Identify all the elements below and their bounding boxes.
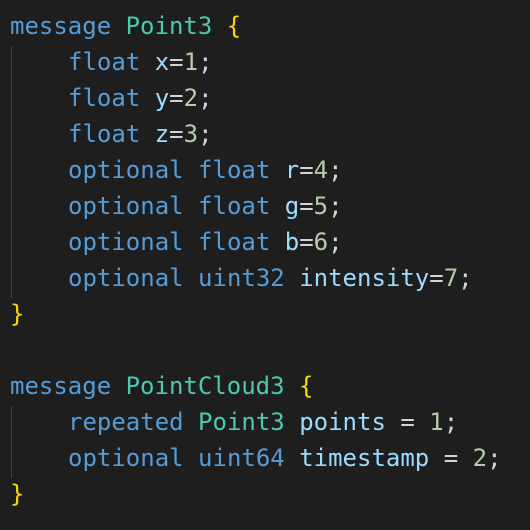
field-name: intensity	[299, 264, 430, 292]
field-type: float	[198, 228, 271, 256]
field-line[interactable]: optional float g=5;	[10, 188, 343, 224]
field-type: float	[68, 120, 141, 148]
field-line[interactable]: float x=1;	[10, 44, 213, 80]
open-brace: {	[226, 12, 242, 40]
field-line[interactable]: optional float r=4;	[10, 152, 343, 188]
semicolon: ;	[198, 84, 213, 112]
field-number: 4	[313, 156, 329, 184]
field-equals: =	[429, 444, 473, 472]
field-number: 5	[313, 192, 329, 220]
field-equals: =	[429, 264, 444, 292]
code-line[interactable]: message PointCloud3 {	[10, 368, 313, 404]
close-brace: }	[10, 300, 25, 328]
field-equals: =	[385, 408, 430, 436]
field-name: b	[284, 228, 300, 256]
field-type: uint64	[198, 444, 285, 472]
field-line[interactable]: repeated Point3 points = 1;	[10, 404, 458, 440]
semicolon: ;	[443, 408, 459, 436]
field-equals: =	[299, 192, 314, 220]
field-name: y	[154, 84, 170, 112]
field-type: uint32	[198, 264, 285, 292]
message-name: PointCloud3	[125, 372, 285, 400]
field-number: 7	[443, 264, 459, 292]
field-equals: =	[169, 84, 184, 112]
open-brace: {	[299, 372, 314, 400]
field-name: x	[154, 48, 170, 76]
field-name: z	[154, 120, 170, 148]
field-equals: =	[169, 120, 184, 148]
field-number: 1	[429, 408, 444, 436]
code-line[interactable]: }	[10, 476, 24, 512]
field-line[interactable]: float y=2;	[10, 80, 213, 116]
field-line[interactable]: optional uint64 timestamp = 2;	[10, 440, 502, 476]
keyword-message: message	[10, 372, 112, 400]
field-modifier: optional	[68, 156, 184, 184]
field-name: points	[299, 408, 386, 436]
code-line[interactable]: message Point3 {	[10, 8, 241, 44]
message-name: Point3	[125, 12, 213, 40]
field-modifier: repeated	[68, 408, 184, 436]
code-editor[interactable]: message Point3 { float x=1; float y=2; f…	[0, 0, 530, 530]
close-brace: }	[10, 480, 25, 508]
semicolon: ;	[328, 192, 343, 220]
field-line[interactable]: float z=3;	[10, 116, 213, 152]
field-type: float	[198, 156, 271, 184]
field-type: float	[198, 192, 271, 220]
semicolon: ;	[487, 444, 502, 472]
field-name: g	[284, 192, 300, 220]
field-equals: =	[299, 228, 314, 256]
keyword-message: message	[10, 12, 112, 40]
code-line[interactable]: }	[10, 296, 24, 332]
field-line[interactable]: optional float b=6;	[10, 224, 343, 260]
field-number: 2	[472, 444, 488, 472]
semicolon: ;	[458, 264, 473, 292]
field-line[interactable]: optional uint32 intensity=7;	[10, 260, 473, 296]
field-modifier: optional	[68, 264, 184, 292]
field-modifier: optional	[68, 192, 184, 220]
field-number: 1	[183, 48, 199, 76]
semicolon: ;	[198, 120, 213, 148]
field-number: 2	[183, 84, 199, 112]
field-name: r	[284, 156, 300, 184]
field-type: float	[68, 84, 141, 112]
semicolon: ;	[328, 228, 343, 256]
field-number: 3	[183, 120, 199, 148]
field-type: float	[68, 48, 141, 76]
field-type: Point3	[198, 408, 285, 436]
field-name: timestamp	[299, 444, 430, 472]
field-modifier: optional	[68, 444, 184, 472]
semicolon: ;	[328, 156, 343, 184]
semicolon: ;	[198, 48, 213, 76]
field-equals: =	[169, 48, 184, 76]
field-modifier: optional	[68, 228, 184, 256]
field-number: 6	[313, 228, 329, 256]
field-equals: =	[299, 156, 314, 184]
